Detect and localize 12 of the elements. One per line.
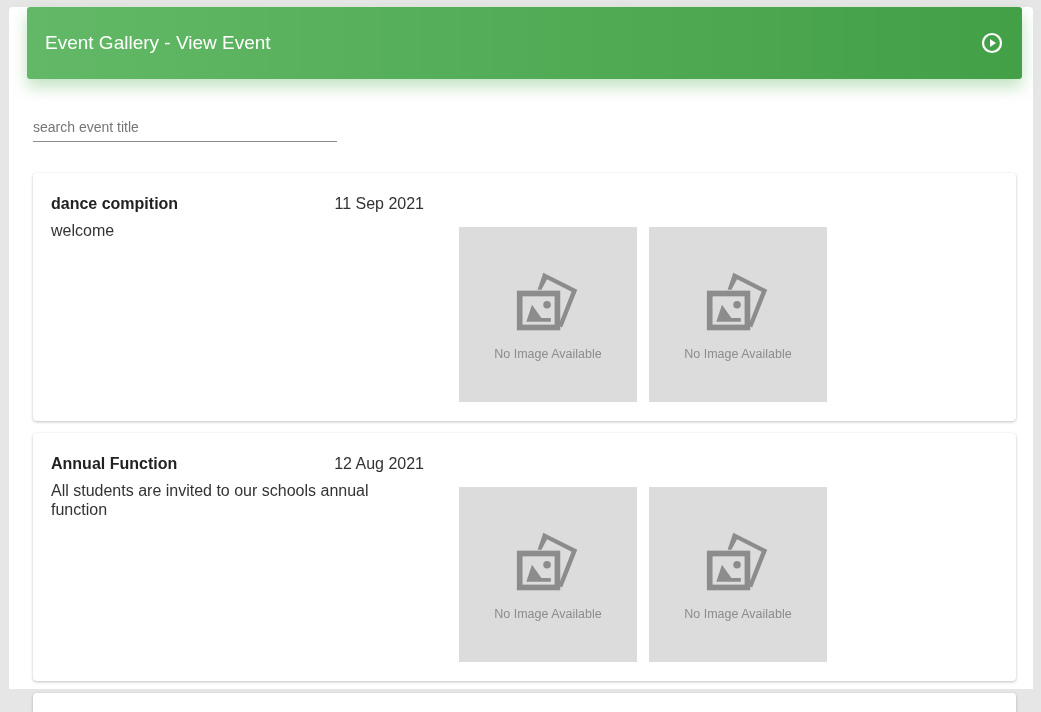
event-date: 12 Aug 2021: [334, 455, 424, 473]
play-circle-icon[interactable]: [980, 31, 1004, 55]
no-image-text: No Image Available: [494, 606, 602, 621]
event-description: All students are invited to our schools annual function: [51, 481, 370, 520]
page-title: Event Gallery - View Event: [45, 32, 271, 54]
event-title: dance compition: [51, 195, 179, 213]
event-date: 11 Sep 2021: [334, 195, 424, 213]
no-image-text: No Image Available: [684, 606, 792, 621]
no-image-text: No Image Available: [684, 346, 792, 361]
event-title: Annual Function: [51, 455, 178, 473]
event-description: welcome: [51, 221, 116, 241]
no-image-text: No Image Available: [494, 346, 602, 361]
